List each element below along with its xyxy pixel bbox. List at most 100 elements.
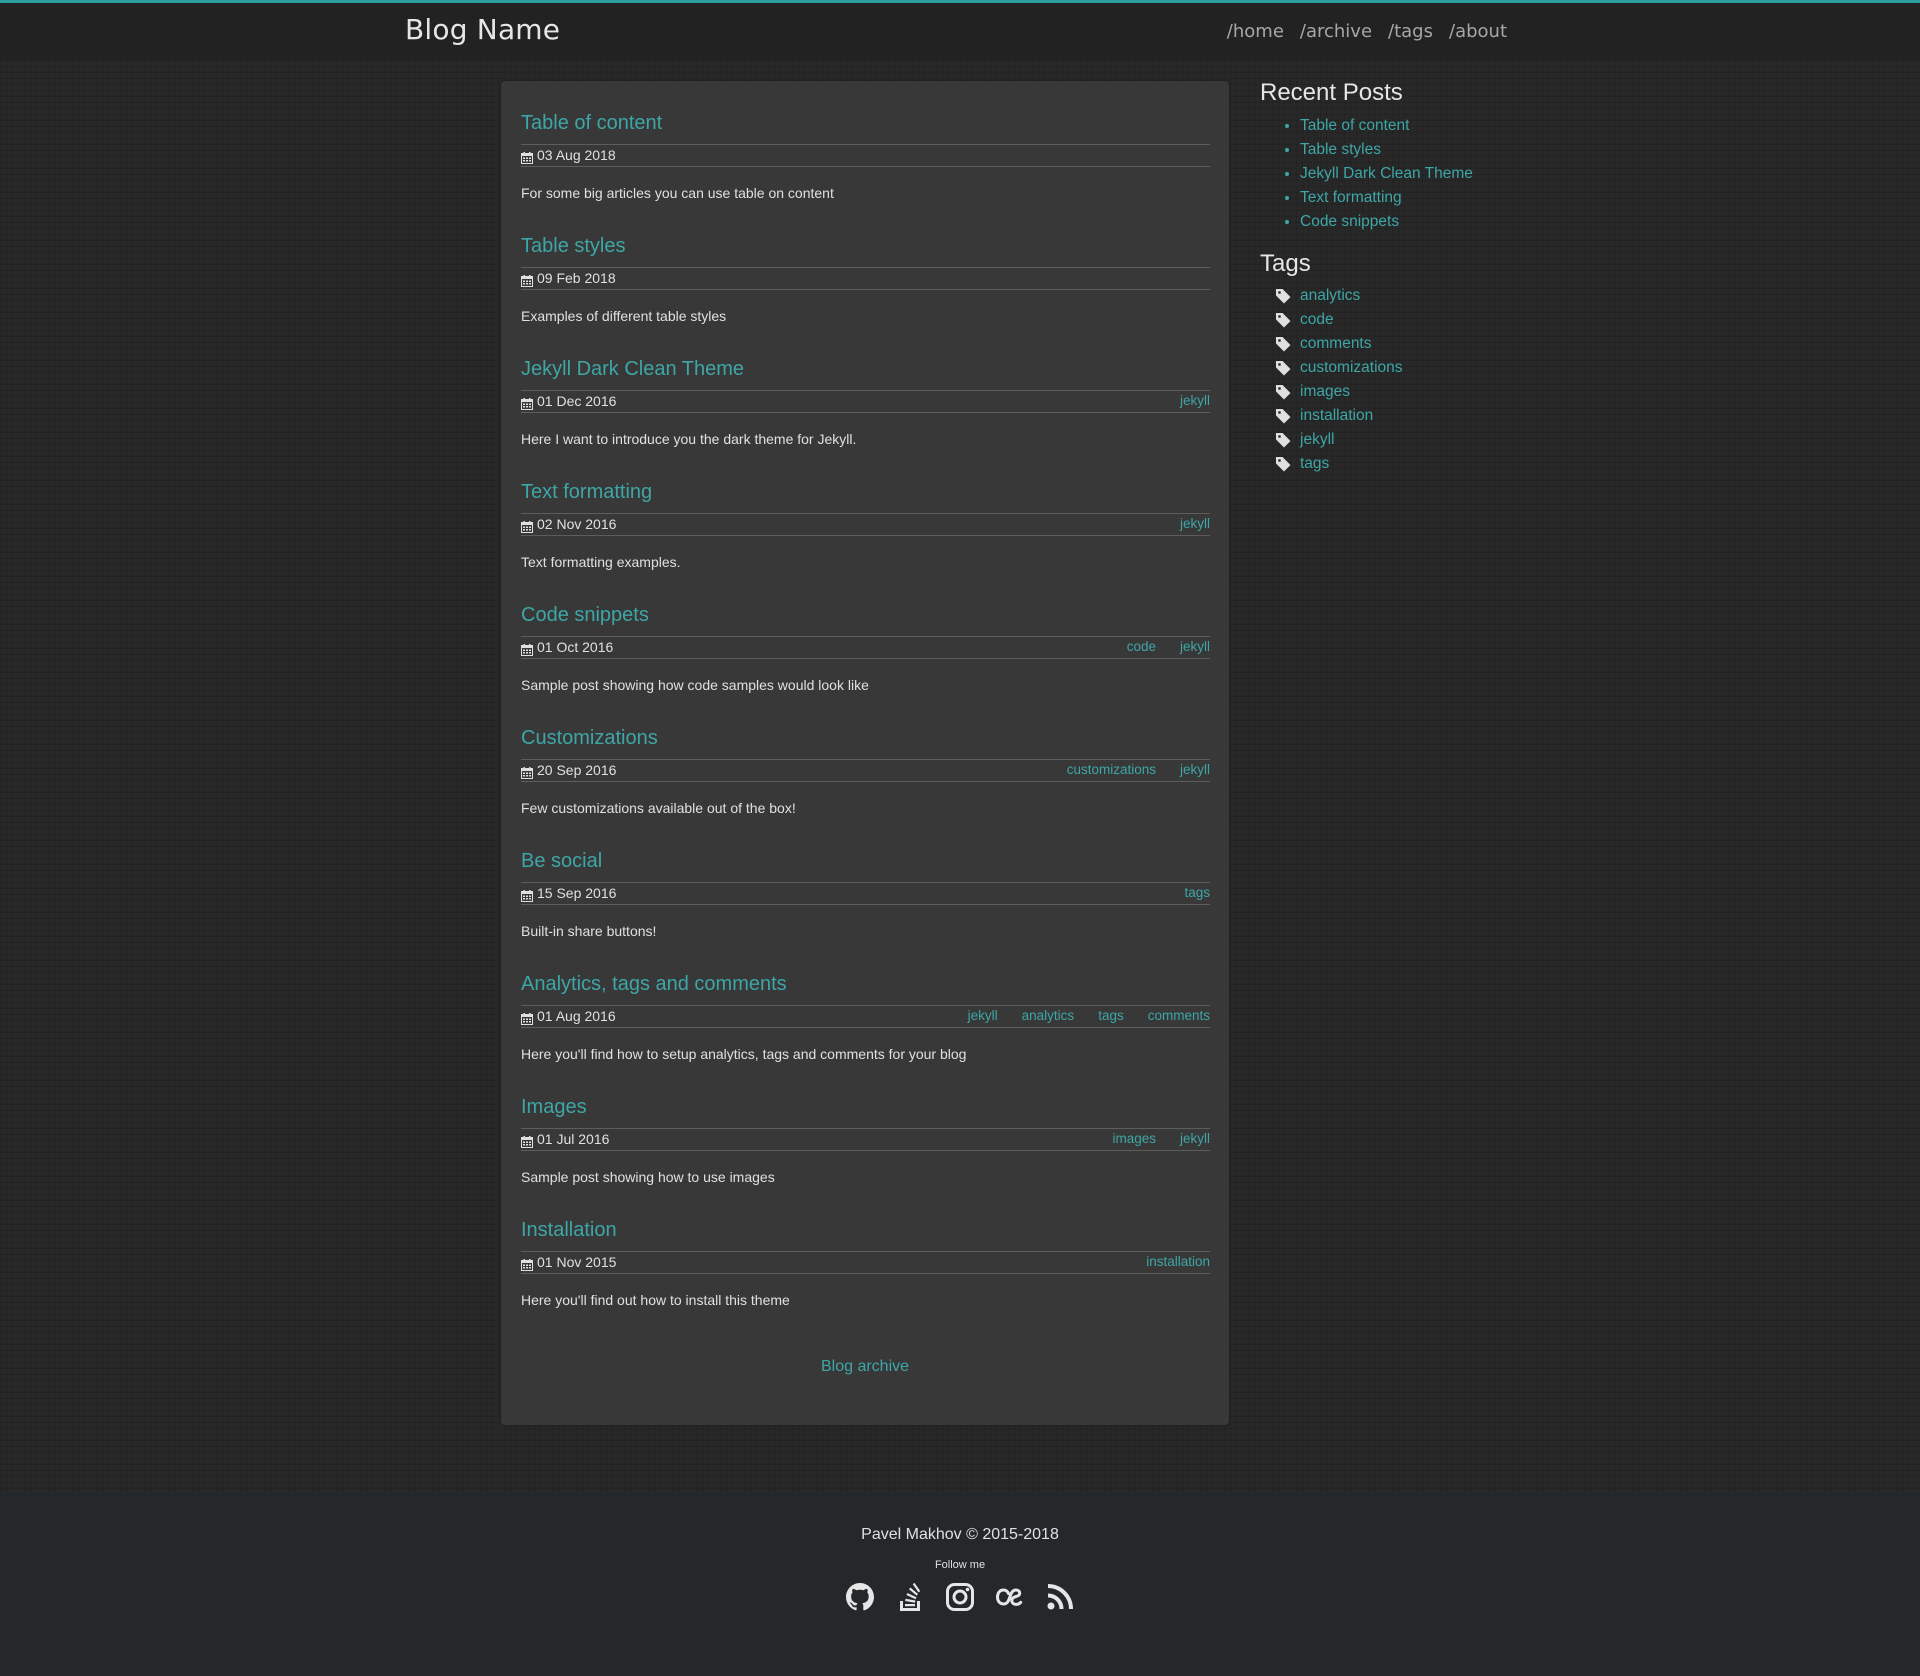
post-tag-link[interactable]: analytics bbox=[1022, 1006, 1075, 1026]
tag-link[interactable]: code bbox=[1300, 308, 1334, 332]
post-tags: jekyll bbox=[1180, 514, 1210, 534]
tag-icon bbox=[1275, 312, 1292, 329]
post-tag-link[interactable]: jekyll bbox=[968, 1006, 998, 1026]
post-excerpt: Sample post showing how to use images bbox=[521, 1169, 775, 1185]
tag-item: code bbox=[1275, 308, 1560, 332]
post-tag-link[interactable]: jekyll bbox=[1180, 760, 1210, 780]
post-item: Table styles 09 Feb 2018 Examples of dif… bbox=[521, 234, 1210, 357]
post-tag-link[interactable]: installation bbox=[1146, 1252, 1210, 1272]
recent-posts-heading: Recent Posts bbox=[1260, 79, 1403, 106]
post-item: Images 01 Jul 2016 images jekyll Sample p… bbox=[521, 1095, 1210, 1218]
post-tags: jekyll bbox=[1180, 391, 1210, 411]
tag-link[interactable]: customizations bbox=[1300, 356, 1403, 380]
github-icon[interactable] bbox=[844, 1581, 876, 1613]
post-date: 03 Aug 2018 bbox=[521, 145, 616, 165]
tag-link[interactable]: comments bbox=[1300, 332, 1372, 356]
post-item: Customizations 20 Sep 2016 customization… bbox=[521, 726, 1210, 849]
post-meta: 03 Aug 2018 bbox=[521, 144, 1210, 167]
post-meta: 01 Nov 2015 installation bbox=[521, 1251, 1210, 1274]
post-excerpt: Examples of different table styles bbox=[521, 308, 727, 324]
recent-post-link[interactable]: Table of content bbox=[1300, 117, 1409, 134]
tag-icon bbox=[1275, 288, 1292, 305]
recent-post-link[interactable]: Table styles bbox=[1300, 141, 1381, 158]
post-date: 01 Jul 2016 bbox=[521, 1129, 609, 1149]
post-title-link[interactable]: Customizations bbox=[521, 726, 658, 750]
post-tag-link[interactable]: jekyll bbox=[1180, 514, 1210, 534]
post-title-link[interactable]: Analytics, tags and comments bbox=[521, 972, 787, 996]
post-tags: tags bbox=[1184, 883, 1210, 903]
post-date-text: 01 Oct 2016 bbox=[537, 639, 614, 655]
post-date-text: 01 Dec 2016 bbox=[537, 393, 617, 409]
post-meta: 01 Jul 2016 images jekyll bbox=[521, 1128, 1210, 1151]
instagram-icon[interactable] bbox=[944, 1581, 976, 1613]
tag-icon bbox=[1275, 456, 1292, 473]
post-date-text: 02 Nov 2016 bbox=[537, 516, 617, 532]
post-title-link[interactable]: Installation bbox=[521, 1218, 617, 1242]
post-title-link[interactable]: Images bbox=[521, 1095, 587, 1119]
post-tag-link[interactable]: customizations bbox=[1067, 760, 1156, 780]
post-tag-link[interactable]: jekyll bbox=[1180, 637, 1210, 657]
post-tag-link[interactable]: jekyll bbox=[1180, 1129, 1210, 1149]
post-excerpt: For some big articles you can use table … bbox=[521, 185, 834, 201]
calendar-icon bbox=[521, 1133, 533, 1148]
recent-post-link[interactable]: Jekyll Dark Clean Theme bbox=[1300, 165, 1473, 182]
blog-brand-link[interactable]: Blog Name bbox=[405, 13, 560, 46]
calendar-icon bbox=[521, 395, 533, 410]
post-date-text: 01 Aug 2016 bbox=[537, 1008, 616, 1024]
recent-posts-list: Table of content Table styles Jekyll Dark … bbox=[1260, 114, 1560, 234]
post-date: 09 Feb 2018 bbox=[521, 268, 616, 288]
rss-icon[interactable] bbox=[1044, 1581, 1076, 1613]
tag-link[interactable]: installation bbox=[1300, 404, 1373, 428]
post-date-text: 20 Sep 2016 bbox=[537, 762, 617, 778]
post-title-link[interactable]: Jekyll Dark Clean Theme bbox=[521, 357, 744, 381]
post-date: 20 Sep 2016 bbox=[521, 760, 616, 780]
tag-link[interactable]: analytics bbox=[1300, 284, 1360, 308]
post-tags: images jekyll bbox=[1112, 1129, 1210, 1149]
post-date-text: 09 Feb 2018 bbox=[537, 270, 616, 286]
post-tag-link[interactable]: comments bbox=[1148, 1006, 1210, 1026]
post-excerpt: Few customizations available out of the … bbox=[521, 800, 796, 816]
post-meta: 02 Nov 2016 jekyll bbox=[521, 513, 1210, 536]
post-item: Be social 15 Sep 2016 tags Built-in shar… bbox=[521, 849, 1210, 972]
post-item: Analytics, tags and comments 01 Aug 2016… bbox=[521, 972, 1210, 1095]
sidebar: Recent Posts Table of content Table style… bbox=[1260, 79, 1560, 476]
post-tag-link[interactable]: images bbox=[1112, 1129, 1156, 1149]
post-excerpt: Here you'll find how to setup analytics,… bbox=[521, 1046, 967, 1062]
post-date-text: 01 Jul 2016 bbox=[537, 1131, 610, 1147]
recent-post-link[interactable]: Code snippets bbox=[1300, 213, 1399, 230]
post-excerpt: Built-in share buttons! bbox=[521, 923, 657, 939]
calendar-icon bbox=[521, 149, 533, 164]
tag-link[interactable]: images bbox=[1300, 380, 1350, 404]
tag-item: comments bbox=[1275, 332, 1560, 356]
tag-link[interactable]: jekyll bbox=[1300, 428, 1334, 452]
post-title-link[interactable]: Table of content bbox=[521, 111, 662, 135]
recent-post-link[interactable]: Text formatting bbox=[1300, 189, 1402, 206]
post-excerpt: Text formatting examples. bbox=[521, 554, 681, 570]
nav-home-link[interactable]: /home bbox=[1227, 21, 1284, 42]
footer: Pavel Makhov © 2015-2018 Follow me bbox=[0, 1493, 1920, 1676]
nav-about-link[interactable]: /about bbox=[1449, 21, 1507, 42]
post-title-link[interactable]: Table styles bbox=[521, 234, 626, 258]
posts-card: Table of content 03 Aug 2018 For some bi… bbox=[501, 81, 1229, 1425]
recent-post-item: Table styles bbox=[1300, 138, 1560, 162]
post-tag-link[interactable]: tags bbox=[1098, 1006, 1124, 1026]
post-tag-link[interactable]: code bbox=[1127, 637, 1156, 657]
blog-archive-link[interactable]: Blog archive bbox=[501, 1358, 1229, 1376]
lastfm-icon[interactable] bbox=[994, 1581, 1026, 1613]
post-tags: jekyll analytics tags comments bbox=[968, 1006, 1210, 1026]
post-tags: customizations jekyll bbox=[1067, 760, 1210, 780]
post-title-link[interactable]: Be social bbox=[521, 849, 602, 873]
nav-archive-link[interactable]: /archive bbox=[1300, 21, 1372, 42]
nav-tags-link[interactable]: /tags bbox=[1388, 21, 1433, 42]
tag-link[interactable]: tags bbox=[1300, 452, 1329, 476]
post-title-link[interactable]: Text formatting bbox=[521, 480, 652, 504]
calendar-icon bbox=[521, 518, 533, 533]
stackoverflow-icon[interactable] bbox=[894, 1581, 926, 1613]
calendar-icon bbox=[521, 272, 533, 287]
post-tag-link[interactable]: jekyll bbox=[1180, 391, 1210, 411]
post-tags: installation bbox=[1146, 1252, 1210, 1272]
calendar-icon bbox=[521, 1010, 533, 1025]
tag-icon bbox=[1275, 336, 1292, 353]
post-title-link[interactable]: Code snippets bbox=[521, 603, 649, 627]
post-tag-link[interactable]: tags bbox=[1184, 883, 1210, 903]
